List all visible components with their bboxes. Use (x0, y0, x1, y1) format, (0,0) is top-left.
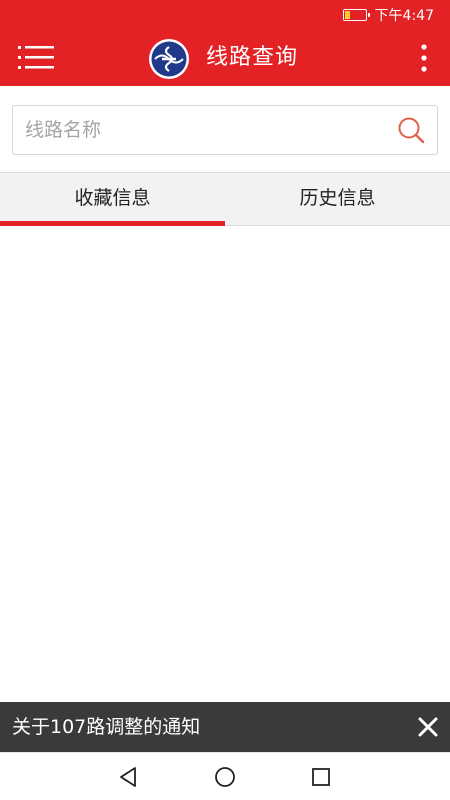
tab-bar: 收藏信息 历史信息 (0, 172, 450, 226)
close-icon[interactable] (416, 715, 440, 739)
search-icon[interactable] (397, 116, 425, 144)
more-vertical-icon[interactable] (418, 42, 430, 74)
favorites-list (0, 226, 450, 702)
battery-low-icon (342, 9, 370, 21)
tab-favorites[interactable]: 收藏信息 (0, 173, 225, 226)
search-box (12, 105, 438, 155)
system-nav-bar (0, 752, 450, 800)
notice-bar: 关于107路调整的通知 (0, 702, 450, 752)
tab-history[interactable]: 历史信息 (225, 173, 450, 225)
menu-icon[interactable] (18, 44, 54, 72)
recent-apps-square-icon[interactable] (309, 765, 333, 789)
home-circle-icon[interactable] (213, 765, 237, 789)
bus-company-logo (149, 39, 189, 79)
notice-text[interactable]: 关于107路调整的通知 (12, 702, 200, 752)
status-time: 下午4:47 (374, 8, 434, 24)
screen: 下午4:47 线路查询 线路名称 收藏信息 历史信息 关于107路调整的通知 (0, 0, 450, 800)
page-title: 线路查询 (206, 45, 299, 70)
status-bar: 下午4:47 (0, 0, 450, 30)
back-triangle-icon[interactable] (116, 765, 140, 789)
route-search-input[interactable] (13, 106, 383, 154)
app-bar: 线路查询 (0, 30, 450, 86)
